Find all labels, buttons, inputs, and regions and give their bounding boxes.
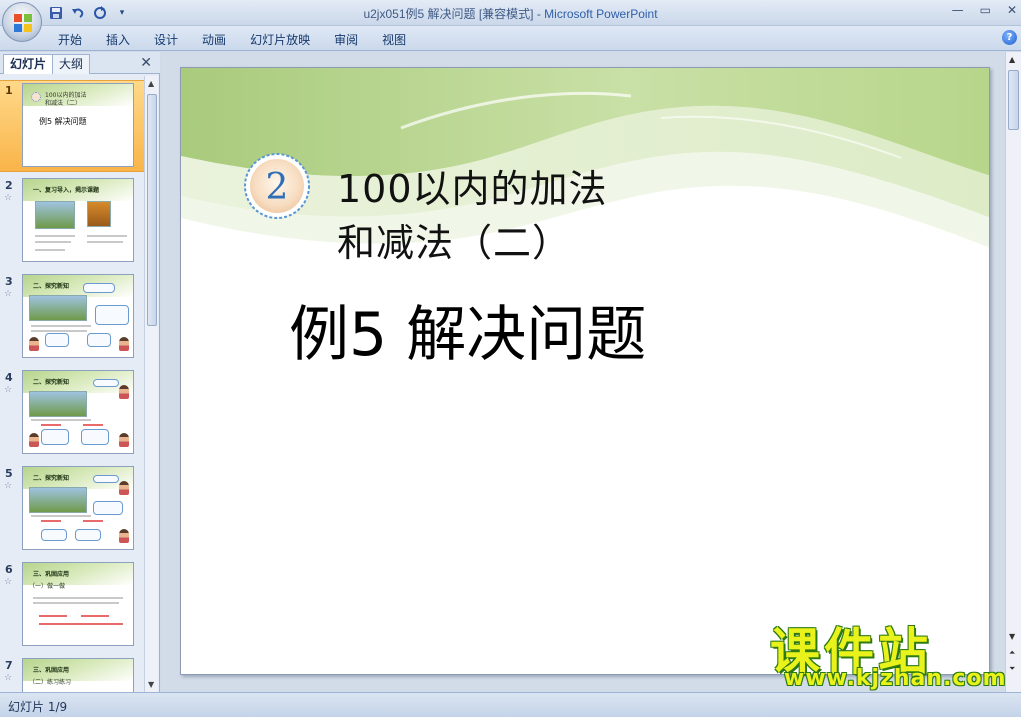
powerpoint-window: ▾ u2jx051例5 解决问题 [兼容模式] - Microsoft Powe… <box>0 0 1021 717</box>
thumb-picture <box>29 487 87 513</box>
thumb-subheading: （二）练习练习 <box>29 679 72 686</box>
window-controls: — ▭ ✕ <box>952 3 1017 17</box>
unit-number: 2 <box>266 167 289 208</box>
thumb-heading: 一、复习导入，揭示课题 <box>33 187 100 194</box>
status-bar: 幻灯片 1/9 <box>0 692 1021 717</box>
child-figure-icon <box>119 433 129 447</box>
slide-thumbnail-1[interactable]: 1 100以内的加法 和减法（二） 例5 解决问题 <box>0 80 144 172</box>
slides-pane: 幻灯片 大纲 ✕ 1 100以内的加法 和减法（二） 例5 解决问题 2 ☆ 一… <box>0 52 160 692</box>
slide-subtitle[interactable]: 例5 解决问题 <box>289 286 646 373</box>
slide-preview: 一、复习导入，揭示课题 <box>22 178 134 262</box>
thumb-picture <box>35 201 75 229</box>
thumbnails-scrollbar[interactable]: ▲ ▼ <box>144 76 158 692</box>
slide-thumbnails: 1 100以内的加法 和减法（二） 例5 解决问题 2 ☆ 一、复习导入，揭示课题 <box>0 76 144 692</box>
slide-preview: 二、探究新知 <box>22 466 134 550</box>
scroll-up-icon[interactable]: ▲ <box>148 79 154 88</box>
title-bar: ▾ u2jx051例5 解决问题 [兼容模式] - Microsoft Powe… <box>0 0 1021 26</box>
slide-number: 1 <box>5 84 13 97</box>
thumb-heading: 三、巩固应用 <box>33 667 70 674</box>
thumb-subheading: （一）做一做 <box>29 583 66 590</box>
close-icon[interactable]: ✕ <box>1007 3 1017 17</box>
animation-star-icon: ☆ <box>4 577 13 587</box>
close-pane-icon[interactable]: ✕ <box>140 55 152 71</box>
tab-outline[interactable]: 大纲 <box>52 54 91 74</box>
thumb-picture <box>87 201 111 227</box>
child-figure-icon <box>119 481 129 495</box>
scrollbar-thumb[interactable] <box>147 94 157 326</box>
tab-review[interactable]: 审阅 <box>334 31 372 48</box>
office-button[interactable] <box>2 2 42 42</box>
minimize-icon[interactable]: — <box>952 3 964 17</box>
slide-preview: 100以内的加法 和减法（二） 例5 解决问题 <box>22 83 134 167</box>
app-name: Microsoft PowerPoint <box>544 7 658 21</box>
slide-number: 6 <box>5 563 13 576</box>
slide-number: 2 <box>5 179 13 192</box>
slide-number: 7 <box>5 659 13 672</box>
document-name: u2jx051例5 解决问题 [兼容模式] - <box>363 7 545 21</box>
help-icon[interactable]: ? <box>1002 30 1017 45</box>
slide-number: 3 <box>5 275 13 288</box>
animation-star-icon: ☆ <box>4 481 13 491</box>
slide-number: 5 <box>5 467 13 480</box>
unit-badge-icon <box>31 92 41 102</box>
tab-slides[interactable]: 幻灯片 <box>3 54 54 74</box>
child-figure-icon <box>119 529 129 543</box>
animation-star-icon: ☆ <box>4 385 13 395</box>
slide-title-line2[interactable]: 和减法（二） <box>337 212 571 267</box>
maximize-icon[interactable]: ▭ <box>980 3 991 17</box>
slide-preview: 三、巩固应用 （二）练习练习 <box>22 658 134 692</box>
thumb-title-line2: 和减法（二） <box>45 100 82 107</box>
window-title: u2jx051例5 解决问题 [兼容模式] - Microsoft PowerP… <box>0 5 1021 22</box>
thumb-heading: 二、探究新知 <box>33 379 70 386</box>
slide-thumbnail-4[interactable]: 4 ☆ 二、探究新知 <box>0 368 144 460</box>
ribbon-tabs: 开始 插入 设计 动画 幻灯片放映 审阅 视图 ? <box>0 26 1021 51</box>
watermark-url: www.kjzhan.com <box>784 666 1007 691</box>
child-figure-icon <box>29 337 39 351</box>
tab-slideshow[interactable]: 幻灯片放映 <box>250 31 324 48</box>
thumb-subtitle: 例5 解决问题 <box>39 117 87 126</box>
office-logo-icon <box>14 14 32 32</box>
animation-star-icon: ☆ <box>4 289 13 299</box>
child-figure-icon <box>29 433 39 447</box>
thumb-heading: 二、探究新知 <box>33 475 70 482</box>
slide-preview: 二、探究新知 <box>22 370 134 454</box>
tab-home[interactable]: 开始 <box>58 31 96 48</box>
tab-insert[interactable]: 插入 <box>106 31 144 48</box>
thumb-title-line1: 100以内的加法 <box>45 92 87 99</box>
scroll-up-icon[interactable]: ▲ <box>1009 55 1015 64</box>
tab-strip: 开始 插入 设计 动画 幻灯片放映 审阅 视图 <box>58 31 430 48</box>
animation-star-icon: ☆ <box>4 673 13 683</box>
slide-thumbnail-7[interactable]: 7 ☆ 三、巩固应用 （二）练习练习 <box>0 656 144 692</box>
slide-preview: 三、巩固应用 （一）做一做 <box>22 562 134 646</box>
watermark: 课件站 www.kjzhan.com <box>762 612 1010 692</box>
child-figure-icon <box>119 385 129 399</box>
slide-thumbnail-5[interactable]: 5 ☆ 二、探究新知 <box>0 464 144 556</box>
child-figure-icon <box>119 337 129 351</box>
slide-counter: 幻灯片 1/9 <box>8 700 68 714</box>
tab-view[interactable]: 视图 <box>382 31 420 48</box>
thumb-picture <box>29 391 87 417</box>
slide-thumbnail-3[interactable]: 3 ☆ 二、探究新知 <box>0 272 144 364</box>
thumb-heading: 二、探究新知 <box>33 283 70 290</box>
slide-number: 4 <box>5 371 13 384</box>
slide-preview: 二、探究新知 <box>22 274 134 358</box>
slide-title-line1[interactable]: 100以内的加法 <box>337 158 608 213</box>
slide-editor: 2 100以内的加法 和减法（二） 例5 解决问题 <box>161 52 1005 692</box>
tab-animations[interactable]: 动画 <box>202 31 240 48</box>
tab-design[interactable]: 设计 <box>154 31 192 48</box>
animation-star-icon: ☆ <box>4 193 13 203</box>
scrollbar-thumb[interactable] <box>1008 70 1019 130</box>
pane-tabs: 幻灯片 大纲 ✕ <box>0 52 160 74</box>
slide-thumbnail-2[interactable]: 2 ☆ 一、复习导入，揭示课题 <box>0 176 144 268</box>
unit-badge: 2 <box>244 153 310 219</box>
current-slide[interactable]: 2 100以内的加法 和减法（二） 例5 解决问题 <box>180 67 990 675</box>
thumb-picture <box>29 295 87 321</box>
scroll-down-icon[interactable]: ▼ <box>148 680 154 689</box>
editor-scrollbar[interactable]: ▲ ▼ ⏶ ⏷ <box>1005 52 1021 692</box>
slide-thumbnail-6[interactable]: 6 ☆ 三、巩固应用 （一）做一做 <box>0 560 144 652</box>
thumb-heading: 三、巩固应用 <box>33 571 70 578</box>
